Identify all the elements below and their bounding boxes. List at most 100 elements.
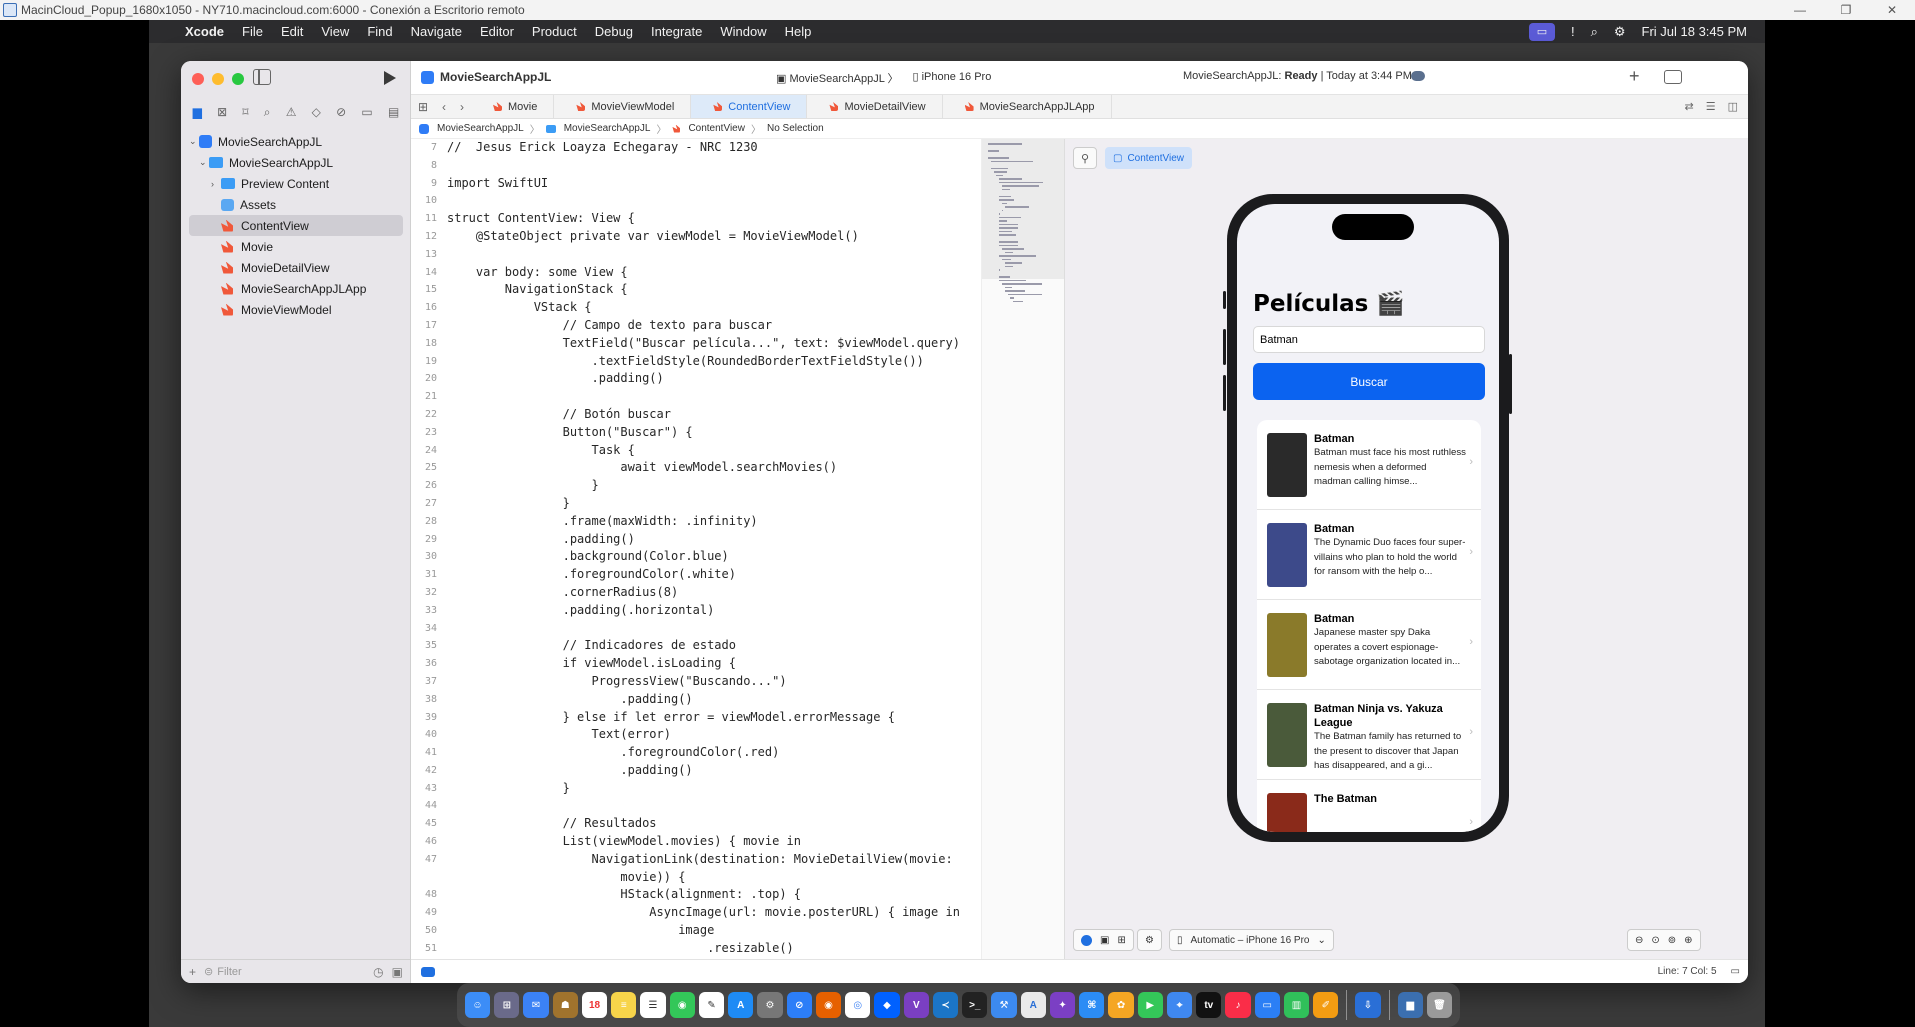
line-number[interactable]: 8 [411, 157, 447, 175]
code-line[interactable]: 31 .foregroundColor(.white) [411, 566, 981, 584]
keynote-icon[interactable]: ▭ [1254, 992, 1280, 1018]
contacts-icon[interactable]: ☗ [552, 992, 578, 1018]
numbers-icon[interactable]: ▥ [1283, 992, 1310, 1018]
search-input[interactable]: Batman [1253, 326, 1485, 353]
freeform-icon[interactable]: ✎ [698, 992, 725, 1018]
list-item[interactable]: Batman Japanese master spy Daka operates … [1257, 600, 1481, 690]
code-line[interactable]: 50 image [411, 922, 981, 940]
notes-icon[interactable]: ≡ [611, 992, 637, 1018]
code-line[interactable]: 44 [411, 797, 981, 815]
line-number[interactable]: 16 [411, 299, 447, 317]
menu-debug[interactable]: Debug [595, 24, 633, 39]
live-preview-icon[interactable] [1081, 934, 1092, 946]
line-number[interactable]: 13 [411, 246, 447, 264]
line-number[interactable]: 46 [411, 833, 447, 851]
line-number[interactable]: 35 [411, 637, 447, 655]
code-line[interactable]: 19 .textFieldStyle(RoundedBorderTextFiel… [411, 353, 981, 371]
debug-area-toggle-icon[interactable]: ▭ [1731, 966, 1740, 977]
code-line[interactable]: 46 List(viewModel.movies) { movie in [411, 833, 981, 851]
menu-help[interactable]: Help [785, 24, 812, 39]
line-number[interactable]: 42 [411, 762, 447, 780]
menu-window[interactable]: Window [720, 24, 766, 39]
bookmark-icon[interactable]: ⌑ [242, 105, 248, 119]
line-number[interactable]: 34 [411, 620, 447, 638]
line-number[interactable]: 29 [411, 531, 447, 549]
line-number[interactable]: 11 [411, 210, 447, 228]
menu-product[interactable]: Product [532, 24, 577, 39]
tab-app[interactable]: MovieSearchAppJLApp [943, 95, 1112, 118]
line-number[interactable]: 24 [411, 442, 447, 460]
selectable-mode-icon[interactable]: ▣ [1100, 935, 1109, 946]
recent-files-icon[interactable]: ◷ [373, 965, 383, 979]
code-line[interactable]: 51 .resizable() [411, 940, 981, 958]
breadcrumb-item[interactable]: ContentView [688, 123, 745, 134]
grid-icon[interactable]: ⊞ [418, 100, 428, 114]
zoom-out-icon[interactable]: ⊖ [1635, 935, 1643, 946]
apple-tv-icon[interactable]: tv [1196, 992, 1222, 1018]
breakpoint-icon[interactable]: ▭ [361, 105, 372, 119]
line-number[interactable]: 26 [411, 477, 447, 495]
code-line[interactable]: 17 // Campo de texto para buscar [411, 317, 981, 335]
tree-item-project[interactable]: ⌄ MovieSearchAppJL [181, 131, 411, 152]
tree-item-app[interactable]: MovieSearchAppJLApp [181, 278, 411, 299]
code-line[interactable]: 7// Jesus Erick Loayza Echegaray - NRC 1… [411, 139, 981, 157]
code-line[interactable]: 38 .padding() [411, 691, 981, 709]
tree-item-assets[interactable]: Assets [181, 194, 411, 215]
zoom-actual-icon[interactable]: ⊙ [1651, 935, 1659, 946]
code-line[interactable]: 33 .padding(.horizontal) [411, 602, 981, 620]
rdp-restore-icon[interactable]: ❐ [1823, 0, 1869, 20]
variants-icon[interactable]: ⊞ [1117, 935, 1125, 946]
menu-editor[interactable]: Editor [480, 24, 514, 39]
list-item[interactable]: Batman Batman must face his most ruthless… [1257, 420, 1481, 510]
music-icon[interactable]: ♪ [1225, 992, 1251, 1018]
line-number[interactable]: 49 [411, 904, 447, 922]
preview-chip[interactable]: ▢ ContentView [1105, 147, 1192, 169]
forward-icon[interactable]: › [460, 100, 464, 114]
downloads-icon[interactable]: ⇩ [1355, 992, 1381, 1018]
tree-item-moviedetailview[interactable]: MovieDetailView [181, 257, 411, 278]
visual-studio-icon[interactable]: V [903, 992, 929, 1018]
line-number[interactable] [411, 869, 447, 887]
code-line[interactable]: 26 } [411, 477, 981, 495]
rdp-close-icon[interactable]: ✕ [1869, 0, 1915, 20]
line-number[interactable]: 12 [411, 228, 447, 246]
zoom-fit-icon[interactable]: ⊚ [1668, 935, 1676, 946]
code-line[interactable]: 48 HStack(alignment: .top) { [411, 886, 981, 904]
code-line[interactable]: 49 AsyncImage(url: movie.posterURL) { im… [411, 904, 981, 922]
tab-moviedetailview[interactable]: MovieDetailView [807, 95, 943, 118]
zoom-window-icon[interactable] [232, 73, 244, 85]
close-window-icon[interactable] [192, 73, 204, 85]
dropbox-icon[interactable]: ◆ [874, 992, 900, 1018]
minimap[interactable] [981, 139, 1065, 959]
code-line[interactable]: movie)) { [411, 869, 981, 887]
menu-app[interactable]: Xcode [185, 24, 224, 39]
line-number[interactable]: 21 [411, 388, 447, 406]
chevron-down-icon[interactable]: ⌄ [199, 157, 209, 168]
line-number[interactable]: 39 [411, 709, 447, 727]
code-line[interactable]: 45 // Resultados [411, 815, 981, 833]
issue-icon[interactable]: ⚠ [286, 105, 297, 119]
search-button[interactable]: Buscar [1253, 363, 1485, 400]
line-number[interactable]: 45 [411, 815, 447, 833]
chevron-down-icon[interactable]: ⌄ [189, 136, 199, 147]
tree-item-movieviewmodel[interactable]: MovieViewModel [181, 299, 411, 320]
line-number[interactable]: 9 [411, 175, 447, 193]
code-line[interactable]: 35 // Indicadores de estado [411, 637, 981, 655]
line-number[interactable]: 32 [411, 584, 447, 602]
line-number[interactable]: 10 [411, 192, 447, 210]
code-line[interactable]: 41 .foregroundColor(.red) [411, 744, 981, 762]
run-play-icon[interactable] [384, 71, 396, 85]
mail-icon[interactable]: ✉ [523, 992, 549, 1018]
code-line[interactable]: 10 [411, 192, 981, 210]
spotlight-search-icon[interactable]: ⌕ [1591, 24, 1598, 40]
line-number[interactable]: 19 [411, 353, 447, 371]
filter-input[interactable]: ⊜ Filter [204, 964, 365, 980]
menubar-clock[interactable]: Fri Jul 18 3:45 PM [1642, 24, 1748, 39]
line-number[interactable]: 18 [411, 335, 447, 353]
code-line[interactable]: 11 struct ContentView: View { [411, 210, 981, 228]
minimize-window-icon[interactable] [212, 73, 224, 85]
line-number[interactable]: 44 [411, 797, 447, 815]
app-store-icon[interactable]: A [728, 992, 754, 1018]
folder-icon[interactable]: ▆ [193, 105, 202, 119]
xcode-icon[interactable]: ⚒ [991, 992, 1017, 1018]
